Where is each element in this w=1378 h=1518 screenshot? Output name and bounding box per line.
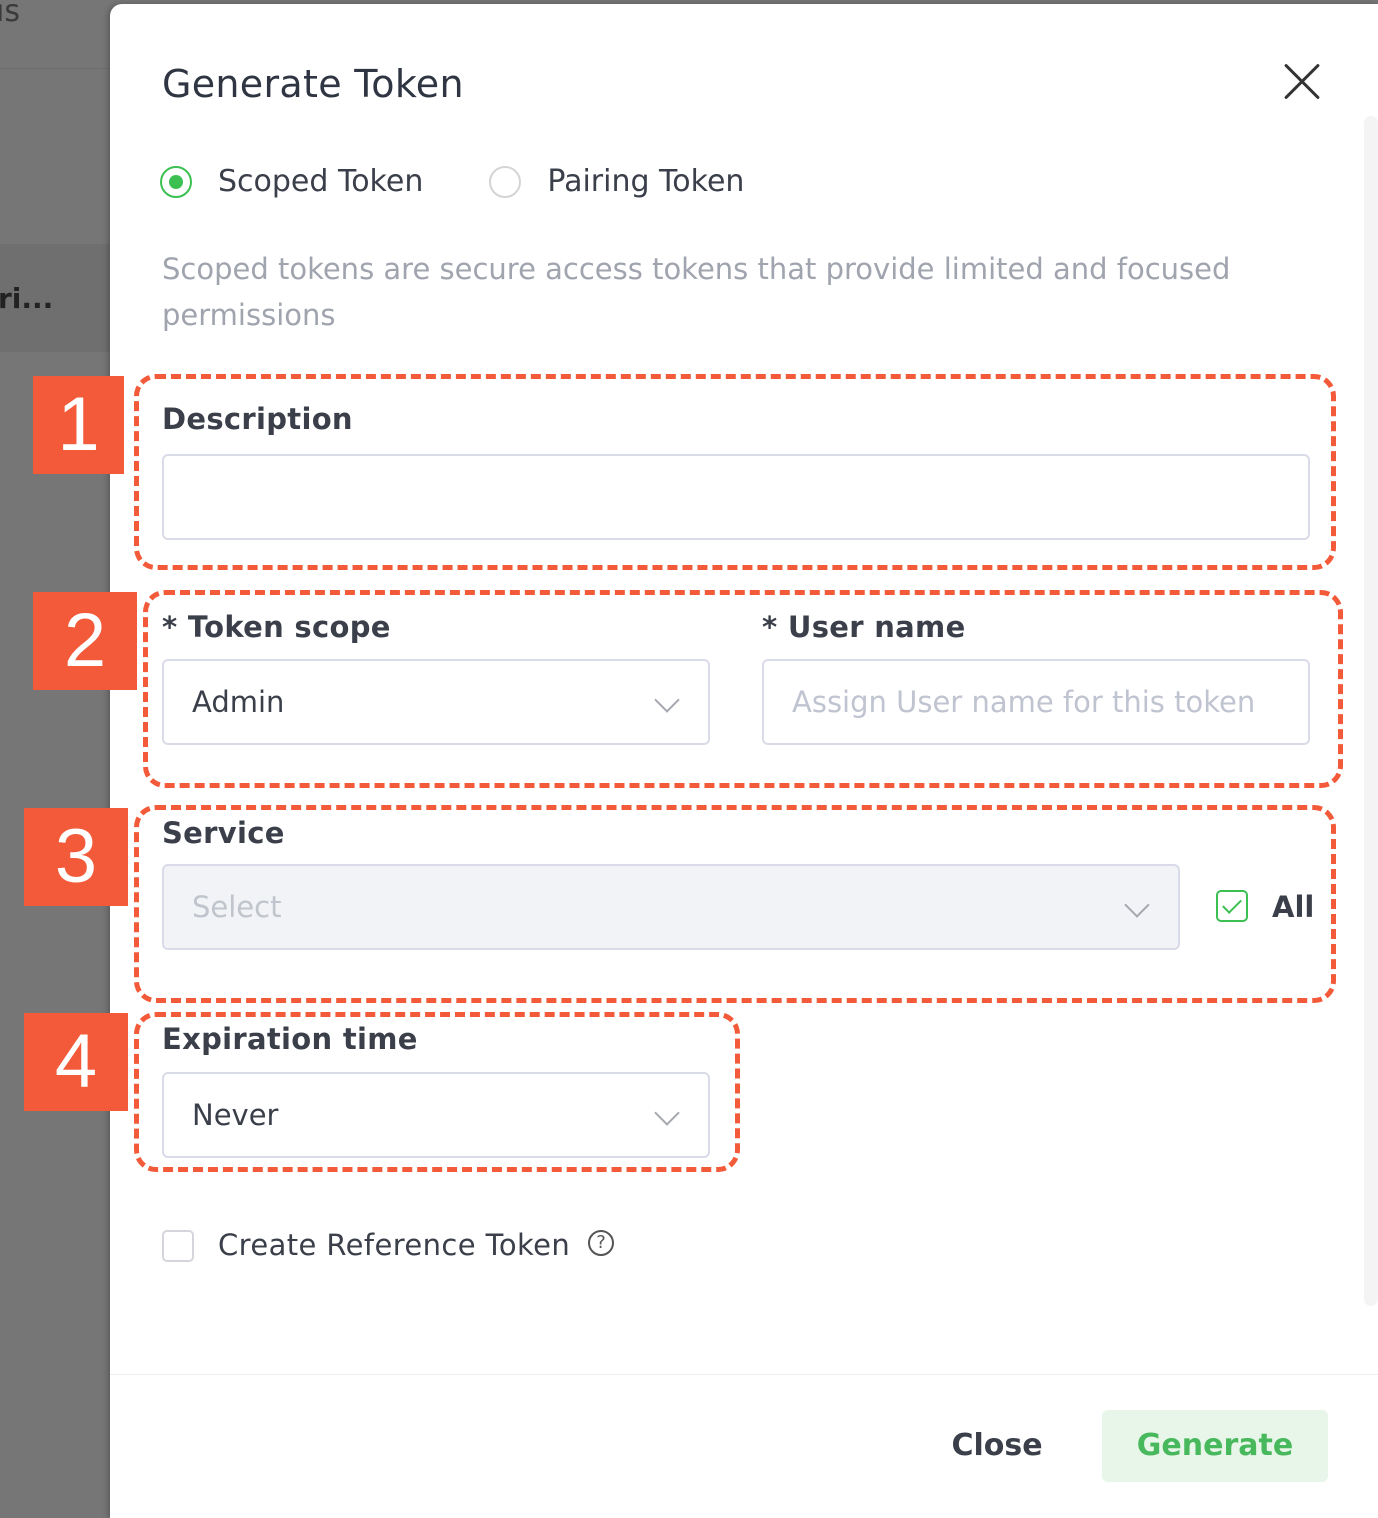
expiration-label: Expiration time	[162, 1022, 418, 1056]
generate-button[interactable]: Generate	[1102, 1410, 1328, 1482]
close-button[interactable]: Close	[932, 1416, 1062, 1476]
reference-token-label: Create Reference Token	[218, 1228, 571, 1262]
token-scope-label: * Token scope	[162, 610, 391, 644]
chevron-down-icon	[654, 1100, 680, 1126]
user-name-input[interactable]: Assign User name for this token	[762, 659, 1310, 745]
background-row-text: ri...	[0, 282, 54, 315]
radio-unchecked-icon[interactable]	[489, 165, 522, 198]
description-label: Description	[162, 402, 353, 436]
footer-divider	[110, 1374, 1378, 1375]
annotation-number-3: 3	[24, 808, 128, 906]
token-type-description: Scoped tokens are secure access tokens t…	[162, 252, 1231, 332]
modal-title: Generate Token	[162, 62, 464, 106]
user-name-label: * User name	[762, 610, 966, 644]
service-all-checkbox[interactable]	[1216, 890, 1248, 922]
service-all-label: All	[1272, 890, 1315, 924]
annotation-number-4: 4	[24, 1013, 128, 1111]
radio-pairing-token[interactable]: Pairing Token	[489, 164, 744, 199]
service-select[interactable]: Select	[162, 864, 1180, 950]
expiration-value: Never	[192, 1098, 279, 1132]
annotation-number-1: 1	[33, 376, 124, 474]
reference-token-checkbox[interactable]	[162, 1230, 194, 1262]
annotation-number-2: 2	[33, 592, 137, 690]
radio-label: Pairing Token	[547, 164, 745, 199]
token-scope-select[interactable]: Admin	[162, 659, 710, 745]
radio-label: Scoped Token	[218, 164, 424, 199]
token-scope-value: Admin	[192, 685, 285, 719]
chevron-down-icon	[1124, 892, 1150, 918]
service-label: Service	[162, 816, 285, 850]
service-placeholder: Select	[192, 890, 282, 924]
background-header: ıs	[0, 0, 110, 69]
background-list-row[interactable]: ri...	[0, 244, 110, 352]
help-icon[interactable]: ?	[588, 1230, 614, 1256]
chevron-down-icon	[654, 687, 680, 713]
token-type-radio-group: Scoped Token Pairing Token	[160, 164, 810, 199]
background-text-fragment: ıs	[0, 0, 20, 29]
modal-scrollbar[interactable]	[1364, 116, 1378, 1306]
radio-checked-icon[interactable]	[160, 165, 192, 198]
radio-scoped-token[interactable]: Scoped Token	[160, 164, 423, 199]
expiration-select[interactable]: Never	[162, 1072, 710, 1158]
generate-token-modal: Generate Token Scoped Token Pairing Toke…	[110, 4, 1378, 1518]
description-input[interactable]	[162, 454, 1310, 540]
close-icon[interactable]	[1282, 62, 1322, 102]
